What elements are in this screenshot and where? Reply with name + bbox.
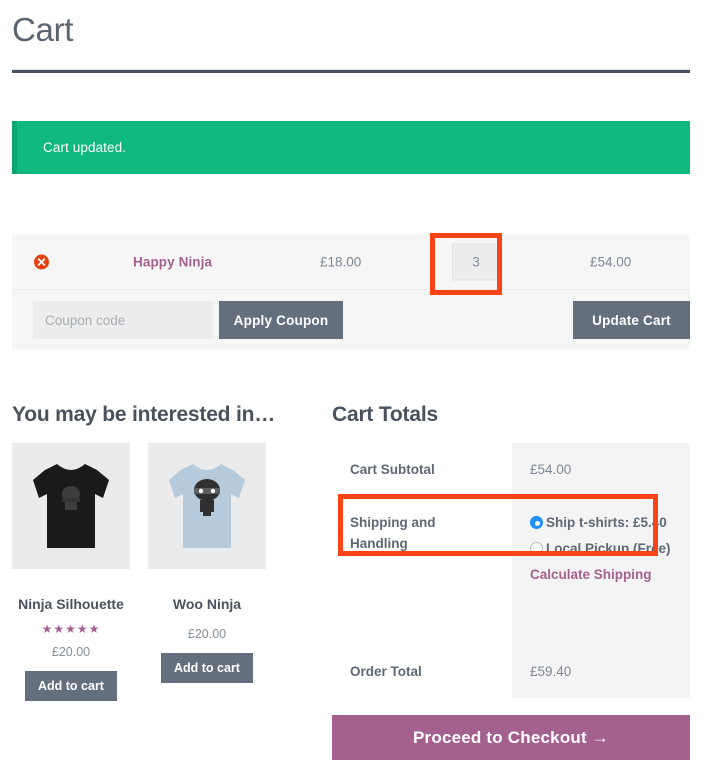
quantity-input[interactable] bbox=[452, 243, 500, 280]
quantity-cell bbox=[452, 243, 500, 280]
table-row-shipping: Shipping and Handling Ship t-shirts: £5.… bbox=[332, 496, 690, 645]
proceed-to-checkout-button[interactable]: Proceed to Checkout → bbox=[332, 715, 690, 760]
page-title: Cart bbox=[12, 11, 74, 48]
product-price: £20.00 bbox=[51, 645, 91, 659]
cart-totals-heading: Cart Totals bbox=[332, 403, 438, 426]
shipping-option-label: Ship t-shirts: £5.40 bbox=[546, 515, 667, 530]
update-cart-button[interactable]: Update Cart bbox=[573, 301, 690, 339]
radio-selected-icon[interactable] bbox=[530, 516, 543, 529]
add-to-cart-button[interactable]: Add to cart bbox=[25, 671, 117, 701]
cross-sells-heading: You may be interested in… bbox=[12, 403, 276, 426]
order-total-value: £59.40 bbox=[512, 645, 690, 698]
list-item: Woo Ninja £20.00 Add to cart bbox=[148, 443, 266, 701]
subtotal-value: £54.00 bbox=[512, 443, 690, 496]
table-row-order-total: Order Total £59.40 bbox=[332, 645, 690, 698]
cart-page: Cart Cart updated. Happy Ninja £18.00 £5… bbox=[0, 0, 703, 776]
shipping-label: Shipping and Handling bbox=[332, 496, 512, 645]
list-item: Ninja Silhouette ★★★★★ £20.00 Add to car… bbox=[12, 443, 130, 701]
add-to-cart-button[interactable]: Add to cart bbox=[161, 653, 253, 683]
cart-line-total: £54.00 bbox=[590, 254, 632, 269]
calculate-shipping-link[interactable]: Calculate Shipping bbox=[530, 564, 652, 585]
remove-item-cell bbox=[34, 254, 49, 269]
shipping-option-local-pickup[interactable]: Local Pickup (Free) bbox=[530, 538, 672, 559]
coupon-row: Apply Coupon Update Cart bbox=[12, 290, 690, 350]
product-thumbnail-woo-ninja[interactable] bbox=[148, 443, 266, 569]
product-title[interactable]: Woo Ninja bbox=[148, 591, 266, 618]
title-divider bbox=[12, 69, 690, 73]
shipping-option-ship-tshirts[interactable]: Ship t-shirts: £5.40 bbox=[530, 512, 672, 533]
table-row-subtotal: Cart Subtotal £54.00 bbox=[332, 443, 690, 496]
product-title[interactable]: Ninja Silhouette bbox=[12, 591, 130, 618]
cross-sells-list: Ninja Silhouette ★★★★★ £20.00 Add to car… bbox=[12, 443, 266, 701]
order-total-label: Order Total bbox=[332, 645, 512, 698]
shipping-options-cell: Ship t-shirts: £5.40 Local Pickup (Free)… bbox=[512, 496, 690, 645]
coupon-input[interactable] bbox=[33, 301, 213, 339]
cart-unit-price: £18.00 bbox=[320, 254, 362, 269]
notice-message: Cart updated. bbox=[43, 140, 127, 155]
apply-coupon-button[interactable]: Apply Coupon bbox=[219, 301, 343, 339]
cart-totals-table: Cart Subtotal £54.00 Shipping and Handli… bbox=[332, 443, 690, 698]
table-row: Happy Ninja £18.00 £54.00 bbox=[12, 234, 690, 290]
cart-items-table: Happy Ninja £18.00 £54.00 Apply Coupon U… bbox=[12, 234, 690, 350]
product-rating-stars: ★★★★★ bbox=[41, 622, 101, 636]
cart-updated-notice: Cart updated. bbox=[12, 121, 690, 174]
subtotal-label: Cart Subtotal bbox=[332, 443, 512, 496]
cart-product-link[interactable]: Happy Ninja bbox=[133, 254, 212, 269]
product-price: £20.00 bbox=[187, 627, 227, 641]
product-thumbnail-ninja-silhouette[interactable] bbox=[12, 443, 130, 569]
remove-item-icon[interactable] bbox=[34, 254, 49, 269]
shipping-option-label: Local Pickup (Free) bbox=[546, 541, 671, 556]
radio-unselected-icon[interactable] bbox=[530, 542, 543, 555]
